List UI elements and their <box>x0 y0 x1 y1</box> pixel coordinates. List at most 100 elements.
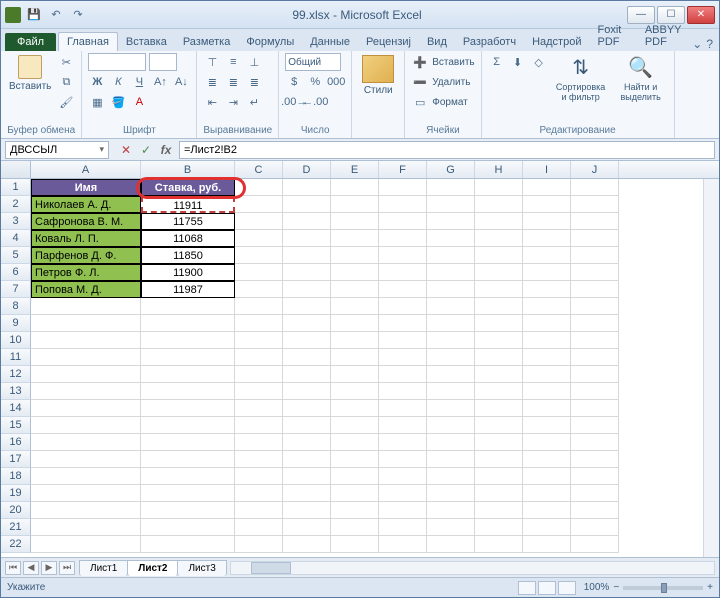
cell-E16[interactable] <box>331 434 379 451</box>
cell-J6[interactable] <box>571 264 619 281</box>
cell-H5[interactable] <box>475 247 523 264</box>
cell-D9[interactable] <box>283 315 331 332</box>
cell-J11[interactable] <box>571 349 619 366</box>
cell-F18[interactable] <box>379 468 427 485</box>
cell-I16[interactable] <box>523 434 571 451</box>
cell-C5[interactable] <box>235 247 283 264</box>
cell-C18[interactable] <box>235 468 283 485</box>
row-header-11[interactable]: 11 <box>1 349 31 366</box>
cell-J7[interactable] <box>571 281 619 298</box>
cell-H20[interactable] <box>475 502 523 519</box>
cell-G10[interactable] <box>427 332 475 349</box>
ribbon-tab-рецензиј[interactable]: Рецензиј <box>358 33 419 51</box>
column-header-J[interactable]: J <box>571 161 619 178</box>
cell-F4[interactable] <box>379 230 427 247</box>
row-header-3[interactable]: 3 <box>1 213 31 230</box>
increase-decimal-button[interactable]: .00→ <box>285 93 303 111</box>
cell-D11[interactable] <box>283 349 331 366</box>
cell-I20[interactable] <box>523 502 571 519</box>
cell-C6[interactable] <box>235 264 283 281</box>
cell-D14[interactable] <box>283 400 331 417</box>
cell-E3[interactable] <box>331 213 379 230</box>
cell-H11[interactable] <box>475 349 523 366</box>
cell-H9[interactable] <box>475 315 523 332</box>
cell-E21[interactable] <box>331 519 379 536</box>
cell-B22[interactable] <box>141 536 235 553</box>
select-all-corner[interactable] <box>1 161 31 178</box>
cell-G21[interactable] <box>427 519 475 536</box>
row-header-18[interactable]: 18 <box>1 468 31 485</box>
cell-I2[interactable] <box>523 196 571 213</box>
column-header-D[interactable]: D <box>283 161 331 178</box>
cell-E9[interactable] <box>331 315 379 332</box>
zoom-slider[interactable] <box>623 586 703 590</box>
cell-D21[interactable] <box>283 519 331 536</box>
column-header-I[interactable]: I <box>523 161 571 178</box>
cell-J15[interactable] <box>571 417 619 434</box>
cell-B3[interactable]: 11755 <box>141 213 235 230</box>
cell-D3[interactable] <box>283 213 331 230</box>
cell-D5[interactable] <box>283 247 331 264</box>
fill-button[interactable]: ⬇ <box>509 53 527 71</box>
cell-B10[interactable] <box>141 332 235 349</box>
cell-G5[interactable] <box>427 247 475 264</box>
row-header-1[interactable]: 1 <box>1 179 31 196</box>
cell-G13[interactable] <box>427 383 475 400</box>
font-grow-button[interactable]: A↑ <box>151 73 169 91</box>
cell-D1[interactable] <box>283 179 331 196</box>
cell-A18[interactable] <box>31 468 141 485</box>
cell-H8[interactable] <box>475 298 523 315</box>
cell-C16[interactable] <box>235 434 283 451</box>
cell-G15[interactable] <box>427 417 475 434</box>
name-box-dropdown-icon[interactable]: ▾ <box>99 144 104 155</box>
border-button[interactable]: ▦ <box>88 93 106 111</box>
cell-H16[interactable] <box>475 434 523 451</box>
cell-A4[interactable]: Коваль Л. П. <box>31 230 141 247</box>
cell-B4[interactable]: 11068 <box>141 230 235 247</box>
cell-H1[interactable] <box>475 179 523 196</box>
cell-F5[interactable] <box>379 247 427 264</box>
sheet-tab-Лист3[interactable]: Лист3 <box>177 560 226 576</box>
row-header-22[interactable]: 22 <box>1 536 31 553</box>
cell-A22[interactable] <box>31 536 141 553</box>
cell-D10[interactable] <box>283 332 331 349</box>
number-format-combo[interactable]: Общий <box>285 53 341 71</box>
cell-I4[interactable] <box>523 230 571 247</box>
cell-C4[interactable] <box>235 230 283 247</box>
cell-D19[interactable] <box>283 485 331 502</box>
cell-A5[interactable]: Парфенов Д. Ф. <box>31 247 141 264</box>
cell-E14[interactable] <box>331 400 379 417</box>
cell-F16[interactable] <box>379 434 427 451</box>
cell-F1[interactable] <box>379 179 427 196</box>
cell-A14[interactable] <box>31 400 141 417</box>
formula-input[interactable]: =Лист2!B2 <box>179 141 715 159</box>
autosum-button[interactable]: Σ <box>488 53 506 71</box>
cell-B13[interactable] <box>141 383 235 400</box>
cell-B19[interactable] <box>141 485 235 502</box>
column-header-F[interactable]: F <box>379 161 427 178</box>
horizontal-scrollbar[interactable] <box>230 561 715 575</box>
column-header-G[interactable]: G <box>427 161 475 178</box>
cell-E10[interactable] <box>331 332 379 349</box>
cell-E13[interactable] <box>331 383 379 400</box>
cell-H10[interactable] <box>475 332 523 349</box>
cell-I11[interactable] <box>523 349 571 366</box>
qat-undo-button[interactable]: ↶ <box>47 6 65 24</box>
column-header-A[interactable]: A <box>31 161 141 178</box>
cell-H21[interactable] <box>475 519 523 536</box>
zoom-in-button[interactable]: + <box>707 582 713 593</box>
cell-H12[interactable] <box>475 366 523 383</box>
cell-E1[interactable] <box>331 179 379 196</box>
cell-F11[interactable] <box>379 349 427 366</box>
align-left-button[interactable]: ≣ <box>203 73 221 91</box>
cell-I17[interactable] <box>523 451 571 468</box>
ribbon-tab-вставка[interactable]: Вставка <box>118 33 175 51</box>
cell-A19[interactable] <box>31 485 141 502</box>
cell-C3[interactable] <box>235 213 283 230</box>
align-bottom-button[interactable]: ⊥ <box>245 53 263 71</box>
cell-E19[interactable] <box>331 485 379 502</box>
cell-G1[interactable] <box>427 179 475 196</box>
cell-E2[interactable] <box>331 196 379 213</box>
cell-H14[interactable] <box>475 400 523 417</box>
cell-G9[interactable] <box>427 315 475 332</box>
